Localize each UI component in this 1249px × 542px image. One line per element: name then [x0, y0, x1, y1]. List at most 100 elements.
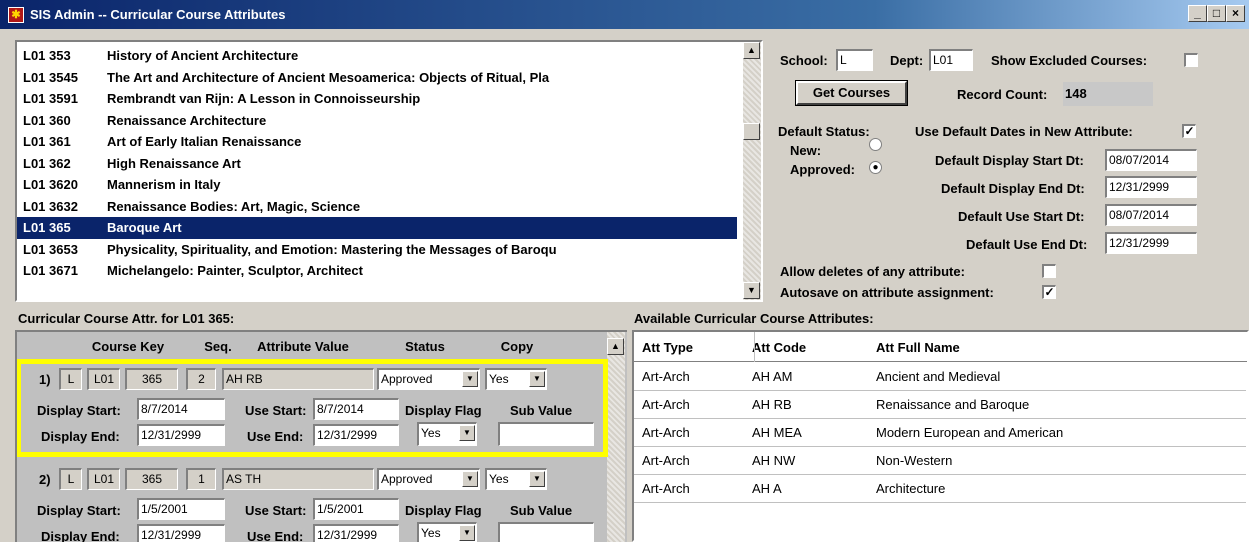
assigned-scroll-up-button[interactable]: ▲ — [607, 338, 624, 355]
course-code: L01 361 — [23, 134, 71, 149]
status-new-label: New: — [790, 143, 822, 158]
course-list[interactable]: L01 353 History of Ancient Architecture L0… — [15, 40, 763, 302]
record-display-end-input[interactable]: 12/31/2999 — [137, 424, 225, 446]
record-attribute-field: AS TH — [222, 468, 374, 490]
display-start-label: Display Start: — [37, 403, 121, 418]
chevron-down-icon[interactable]: ▼ — [462, 471, 478, 487]
record-use-end-input[interactable]: 12/31/2999 — [313, 424, 399, 446]
course-list-item[interactable]: L01 361 Art of Early Italian Renaissance — [17, 131, 737, 153]
record-status-select[interactable]: Approved ▼ — [377, 368, 480, 390]
chevron-down-icon[interactable]: ▼ — [529, 471, 545, 487]
attribute-record: 2) L L01 365 1 AS TH Approved ▼ Yes ▼ Display Star… — [17, 460, 607, 542]
status-approved-radio[interactable]: ● — [869, 161, 882, 174]
available-attribute-row[interactable]: Art-Arch AH A Architecture — [634, 475, 1246, 503]
record-display-flag-select[interactable]: Yes ▼ — [417, 522, 477, 542]
att-name-cell: Architecture — [876, 481, 946, 496]
att-name-cell: Modern European and American — [876, 425, 1064, 440]
maximize-button[interactable]: □ — [1207, 5, 1226, 22]
course-code: L01 3671 — [23, 263, 78, 278]
school-input[interactable]: L — [836, 49, 873, 71]
course-list-item[interactable]: L01 3591 Rembrandt van Rijn: A Lesson in … — [17, 88, 737, 110]
header-att-type[interactable]: Att Type — [642, 340, 693, 355]
record-use-start-input[interactable]: 8/7/2014 — [313, 398, 399, 420]
course-code: L01 360 — [23, 112, 71, 128]
course-code: L01 365 — [23, 220, 71, 235]
available-section-title: Available Curricular Course Attributes: — [634, 311, 874, 326]
use-end-label: Use End: — [247, 529, 304, 542]
use-default-dates-checkbox[interactable]: ✓ — [1182, 124, 1196, 138]
course-list-item[interactable]: L01 365 Baroque Art — [17, 217, 737, 239]
course-list-item[interactable]: L01 3545 The Art and Architecture of Anci… — [17, 67, 737, 89]
course-rows: L01 353 History of Ancient Architecture L0… — [17, 45, 743, 299]
default-display-start-label: Default Display Start Dt: — [935, 153, 1084, 168]
course-list-item[interactable]: L01 3620 Mannerism in Italy — [17, 174, 737, 196]
allow-deletes-checkbox[interactable] — [1042, 264, 1056, 278]
minimize-button[interactable]: _ — [1188, 5, 1207, 22]
record-use-end-input[interactable]: 12/31/2999 — [313, 524, 399, 542]
record-display-end-input[interactable]: 12/31/2999 — [137, 524, 225, 542]
att-code-cell: AH RB — [752, 397, 792, 412]
default-use-start-input[interactable]: 08/07/2014 — [1105, 204, 1197, 226]
record-use-start-input[interactable]: 1/5/2001 — [313, 498, 399, 520]
display-end-label: Display End: — [41, 429, 120, 444]
assigned-scrollbar[interactable]: ▲ — [607, 332, 625, 542]
att-type-cell: Art-Arch — [642, 369, 690, 384]
assigned-attributes-panel[interactable]: Course Key Seq. Attribute Value Status C… — [15, 330, 627, 542]
course-list-item[interactable]: L01 360 Renaissance Architecture — [17, 110, 737, 132]
autosave-checkbox[interactable]: ✓ — [1042, 285, 1056, 299]
record-attribute-field: AH RB — [222, 368, 374, 390]
record-display-flag-select[interactable]: Yes ▼ — [417, 422, 477, 446]
chevron-down-icon[interactable]: ▼ — [459, 525, 475, 541]
chevron-down-icon[interactable]: ▼ — [462, 371, 478, 387]
record-seq-field: 2 — [186, 368, 216, 390]
record-course-field: 365 — [125, 368, 178, 390]
use-default-dates-label: Use Default Dates in New Attribute: — [915, 124, 1133, 139]
use-start-label: Use Start: — [245, 503, 307, 518]
col-course-key: Course Key — [91, 339, 165, 354]
record-sub-value-input[interactable] — [498, 522, 594, 542]
header-att-code[interactable]: Att Code — [752, 340, 806, 355]
course-list-item[interactable]: L01 3653 Physicality, Spirituality, and E… — [17, 239, 737, 261]
scroll-down-button[interactable]: ▼ — [743, 282, 760, 299]
display-end-label: Display End: — [41, 529, 120, 542]
record-display-start-input[interactable]: 8/7/2014 — [137, 398, 225, 420]
display-start-label: Display Start: — [37, 503, 121, 518]
default-display-end-input[interactable]: 12/31/2999 — [1105, 176, 1197, 198]
dept-input[interactable]: L01 — [929, 49, 973, 71]
att-type-cell: Art-Arch — [642, 453, 690, 468]
record-sub-value-input[interactable] — [498, 422, 594, 446]
record-status-select[interactable]: Approved ▼ — [377, 468, 480, 490]
status-new-radio[interactable] — [869, 138, 882, 151]
assigned-section-title: Curricular Course Attr. for L01 365: — [18, 311, 235, 326]
record-copy-select[interactable]: Yes ▼ — [485, 368, 547, 390]
course-list-scrollbar[interactable]: ▲ ▼ — [743, 42, 761, 300]
available-attribute-row[interactable]: Art-Arch AH RB Renaissance and Baroque — [634, 391, 1246, 419]
course-list-item[interactable]: L01 353 History of Ancient Architecture — [17, 45, 737, 67]
default-status-label: Default Status: — [778, 124, 870, 139]
course-list-item[interactable]: L01 3632 Renaissance Bodies: Art, Magic, … — [17, 196, 737, 218]
get-courses-button[interactable]: Get Courses — [795, 80, 908, 106]
record-display-start-input[interactable]: 1/5/2001 — [137, 498, 225, 520]
att-code-cell: AH A — [752, 481, 782, 496]
default-use-end-input[interactable]: 12/31/2999 — [1105, 232, 1197, 254]
close-button[interactable]: × — [1226, 5, 1245, 22]
show-excluded-checkbox[interactable] — [1184, 53, 1198, 67]
available-attributes-grid[interactable]: Att Type Att Code Att Full Name Art-Arch… — [632, 330, 1249, 542]
course-title: Mannerism in Italy — [107, 177, 221, 192]
chevron-down-icon[interactable]: ▼ — [529, 371, 545, 387]
scroll-thumb[interactable] — [743, 123, 760, 140]
sub-value-label: Sub Value — [510, 503, 573, 518]
default-display-start-input[interactable]: 08/07/2014 — [1105, 149, 1197, 171]
record-copy-select[interactable]: Yes ▼ — [485, 468, 547, 490]
available-attribute-row[interactable]: Art-Arch AH AM Ancient and Medieval — [634, 363, 1246, 391]
dept-label: Dept: — [890, 53, 924, 68]
header-att-full-name[interactable]: Att Full Name — [876, 340, 960, 355]
title-bar[interactable]: ✱ SIS Admin -- Curricular Course Attribu… — [0, 0, 1249, 29]
course-list-item[interactable]: L01 362 High Renaissance Art — [17, 153, 737, 175]
available-attribute-row[interactable]: Art-Arch AH NW Non-Western — [634, 447, 1246, 475]
scroll-up-button[interactable]: ▲ — [743, 42, 760, 59]
course-list-item[interactable]: L01 3671 Michelangelo: Painter, Sculptor,… — [17, 260, 737, 282]
available-attribute-row[interactable]: Art-Arch AH MEA Modern European and Americ… — [634, 419, 1246, 447]
header-divider — [754, 332, 755, 362]
chevron-down-icon[interactable]: ▼ — [459, 425, 475, 441]
